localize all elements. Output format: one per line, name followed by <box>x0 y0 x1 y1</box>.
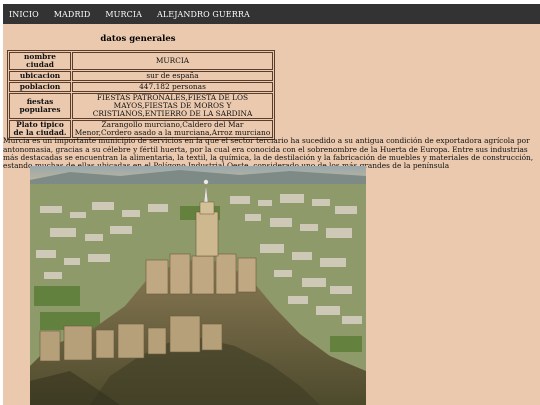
table-row: fiestas populares FIESTAS PATRONALES,FIE… <box>9 93 273 119</box>
row-value: sur de españa <box>72 71 273 81</box>
table-row: ubicacion sur de españa <box>9 71 273 81</box>
section-title: datos generales <box>100 34 176 44</box>
row-value: MURCIA <box>72 52 273 70</box>
castle-hilltop-illustration <box>30 166 366 405</box>
row-key: ubicacion <box>9 71 71 81</box>
row-value: 447.182 personas <box>72 82 273 92</box>
table-row: nombre ciudad MURCIA <box>9 52 273 70</box>
nav-link-inicio[interactable]: INICIO <box>9 10 39 19</box>
row-key: Plato tipico de la ciudad. <box>9 120 71 138</box>
top-nav: INICIO MADRID MURCIA ALEJANDRO GUERRA <box>3 4 540 24</box>
row-key: nombre ciudad <box>9 52 71 70</box>
nav-link-alejandro-guerra[interactable]: ALEJANDRO GUERRA <box>157 10 250 19</box>
nav-link-madrid[interactable]: MADRID <box>54 10 91 19</box>
row-key: fiestas populares <box>9 93 71 119</box>
info-table: nombre ciudad MURCIA ubicacion sur de es… <box>7 50 275 140</box>
table-row: Plato tipico de la ciudad. Zarangollo mu… <box>9 120 273 138</box>
row-key: poblacion <box>9 82 71 92</box>
row-value: Zarangollo murciano,Caldero del Mar Meno… <box>72 120 273 138</box>
castle-hilltop-photo <box>30 166 366 405</box>
nav-link-murcia[interactable]: MURCIA <box>105 10 142 19</box>
row-value: FIESTAS PATRONALES,FIESTA DE LOS MAYOS,F… <box>72 93 273 119</box>
table-row: poblacion 447.182 personas <box>9 82 273 92</box>
page: INICIO MADRID MURCIA ALEJANDRO GUERRA da… <box>3 4 540 405</box>
